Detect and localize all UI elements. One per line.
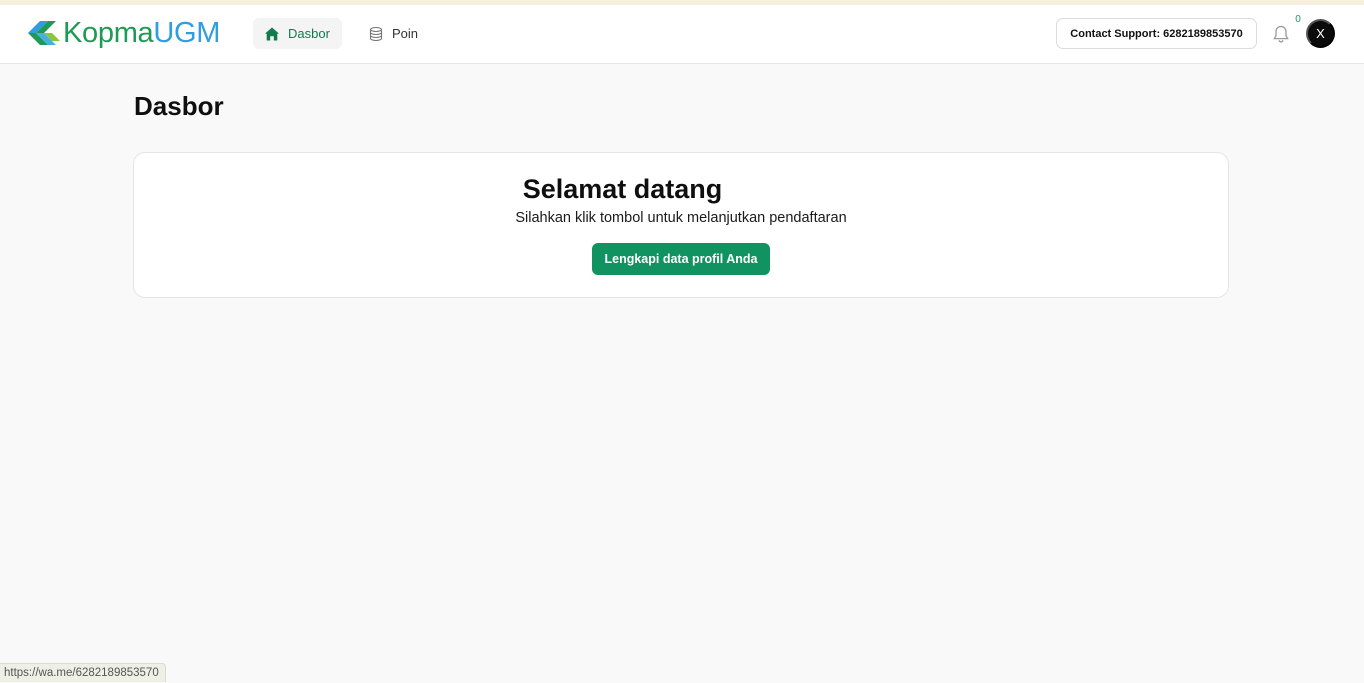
notification-count-badge: 0 xyxy=(1295,14,1301,25)
welcome-subtitle: Silahkan klik tombol untuk melanjutkan p… xyxy=(515,210,847,226)
contact-support-button[interactable]: Contact Support: 6282189853570 xyxy=(1056,18,1257,49)
complete-profile-button[interactable]: Lengkapi data profil Anda xyxy=(592,243,770,275)
user-avatar[interactable]: X xyxy=(1306,19,1335,48)
database-icon xyxy=(368,26,384,42)
browser-status-url: https://wa.me/6282189853570 xyxy=(0,663,166,682)
brand-name-kopma: Kopma xyxy=(63,16,154,49)
brand-name-ugm: UGM xyxy=(153,16,221,49)
bell-icon[interactable] xyxy=(1271,24,1291,44)
brand-logo[interactable]: KopmaUGM xyxy=(26,16,220,50)
page-title: Dasbor xyxy=(134,91,224,121)
kopma-logo-icon xyxy=(28,21,60,45)
nav-item-label: Poin xyxy=(392,26,419,41)
nav-item-poin[interactable]: Poin xyxy=(357,18,437,49)
navbar: KopmaUGM Dasbor Poin Contact Support: 62… xyxy=(0,5,1364,64)
home-icon xyxy=(264,26,280,42)
welcome-card: Selamat datang Silahkan klik tombol untu… xyxy=(133,152,1229,298)
brand-name: KopmaUGM xyxy=(63,17,220,50)
nav-item-dasbor[interactable]: Dasbor xyxy=(253,18,342,49)
welcome-title: Selamat datang xyxy=(522,174,723,204)
nav-item-label: Dasbor xyxy=(288,26,330,41)
